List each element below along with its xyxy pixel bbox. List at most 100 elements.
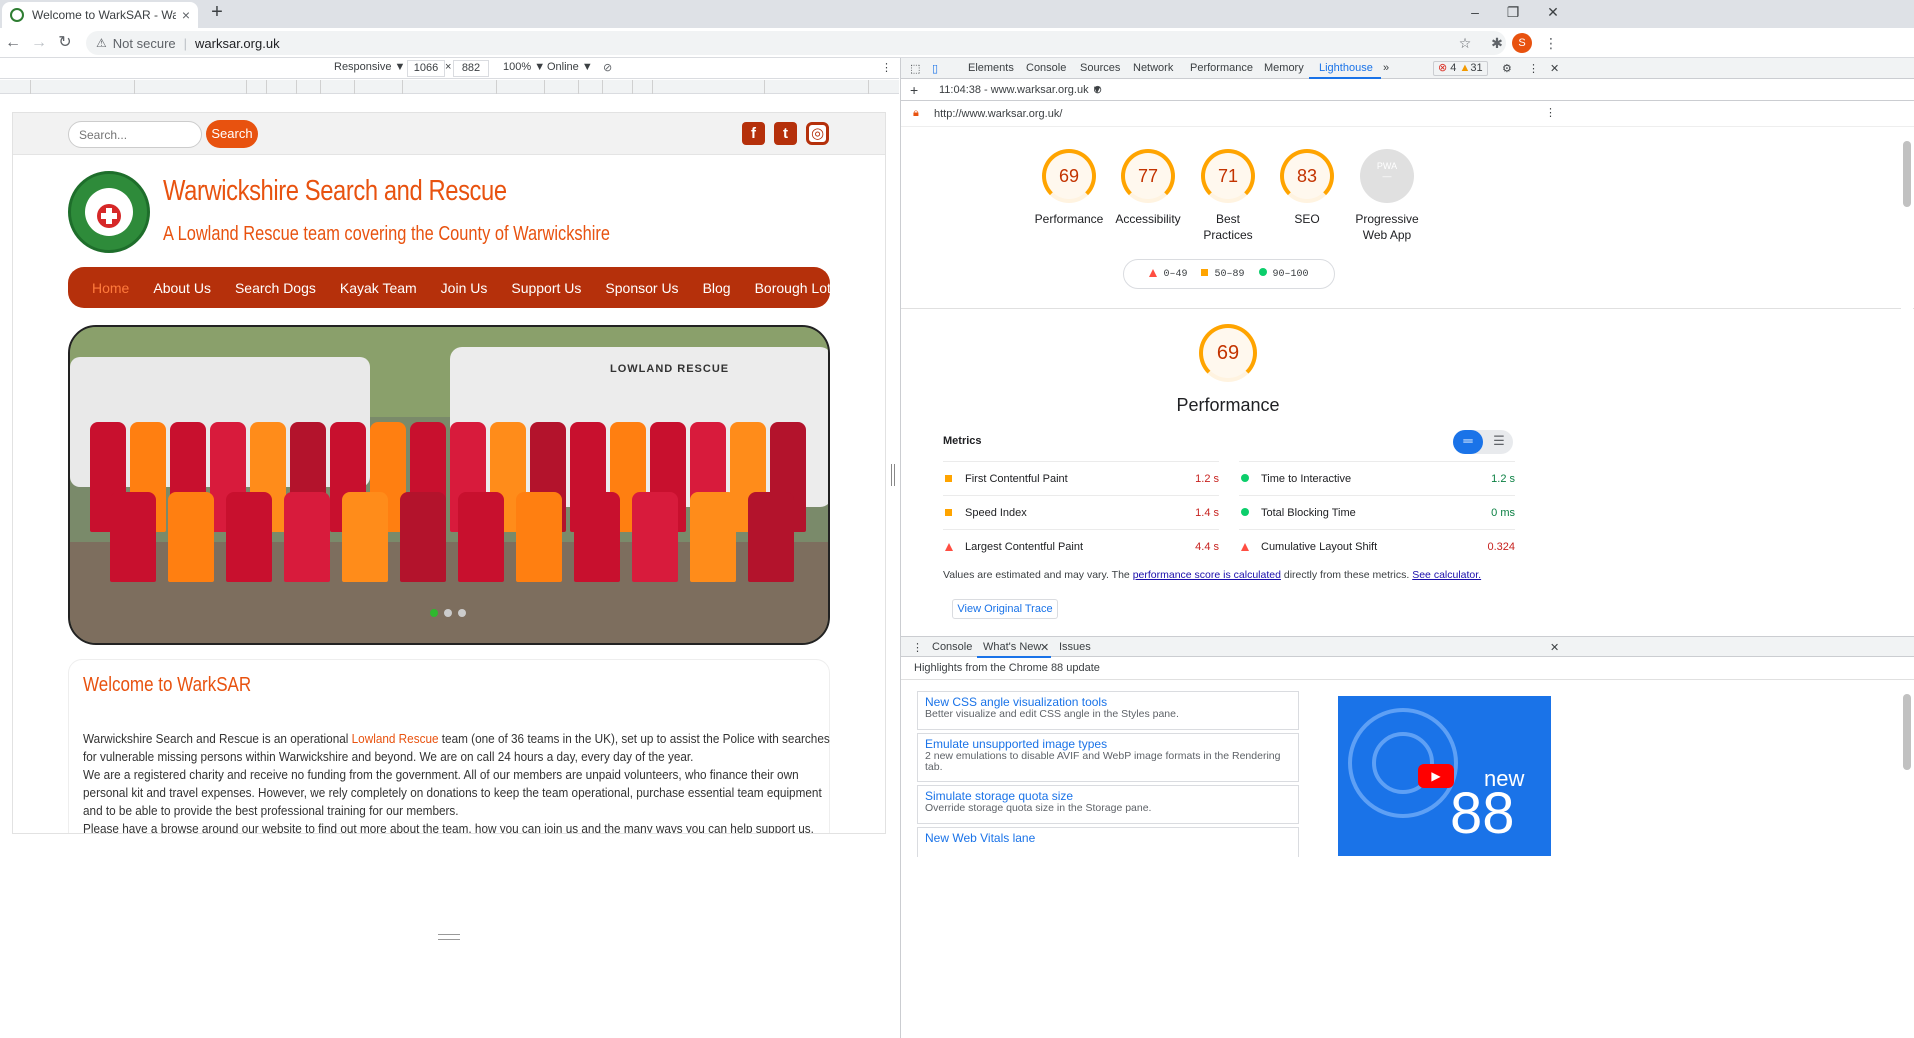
- facebook-icon[interactable]: f: [742, 122, 765, 145]
- device-toggle-icon[interactable]: ▯: [932, 62, 938, 75]
- window-close-button[interactable]: ✕: [1530, 0, 1576, 26]
- metric-row[interactable]: Total Blocking Time 0 ms: [1239, 495, 1515, 529]
- score-label: Accessibility: [1115, 212, 1181, 226]
- tab-memory[interactable]: Memory: [1264, 62, 1304, 74]
- tab-console[interactable]: Console: [1026, 62, 1066, 74]
- welcome-text: for vulnerable missing persons within Wa…: [83, 750, 694, 764]
- viewport-width-input[interactable]: 1066: [407, 60, 445, 77]
- nav-home[interactable]: Home: [92, 280, 129, 296]
- site-search-input[interactable]: [68, 121, 202, 148]
- report-url[interactable]: http://www.warksar.org.uk/: [934, 108, 1062, 120]
- viewport-height-input[interactable]: 882: [453, 60, 489, 77]
- close-tab-icon[interactable]: ×: [182, 7, 190, 23]
- devtools-menu-icon[interactable]: ⋮: [1528, 62, 1539, 75]
- address-bar[interactable]: ⚠ Not secure | warksar.org.uk: [86, 31, 1506, 55]
- nav-join-us[interactable]: Join Us: [441, 280, 488, 296]
- expanded-view-icon[interactable]: ☰: [1489, 430, 1509, 452]
- metric-row[interactable]: Time to Interactive 1.2 s: [1239, 461, 1515, 495]
- zoom-select[interactable]: 100% ▼: [503, 61, 545, 73]
- lowland-rescue-link[interactable]: Lowland Rescue: [352, 732, 439, 746]
- compact-view-icon[interactable]: ═: [1453, 430, 1483, 454]
- view-original-trace-button[interactable]: View Original Trace: [952, 599, 1058, 619]
- viewport-width-handle[interactable]: [891, 464, 895, 486]
- whats-new-item[interactable]: Simulate storage quota size Override sto…: [917, 785, 1299, 824]
- device-more-icon[interactable]: ⋮: [881, 61, 892, 74]
- tab-performance[interactable]: Performance: [1190, 62, 1253, 74]
- tab-sources[interactable]: Sources: [1080, 62, 1120, 74]
- twitter-icon[interactable]: t: [774, 122, 797, 145]
- nav-blog[interactable]: Blog: [703, 280, 731, 296]
- warwickshire-sar-logo[interactable]: [68, 171, 150, 253]
- inspect-icon[interactable]: ⬚: [910, 62, 920, 75]
- back-icon[interactable]: ←: [2, 32, 24, 54]
- youtube-play-icon[interactable]: ▶: [1418, 764, 1454, 788]
- url-text: warksar.org.uk: [195, 35, 280, 51]
- chrome-menu-icon[interactable]: ⋮: [1542, 34, 1560, 52]
- drawer-scrollbar[interactable]: [1901, 682, 1913, 1038]
- more-tabs-icon[interactable]: »: [1383, 62, 1389, 74]
- nav-about-us[interactable]: About Us: [153, 280, 211, 296]
- whats-new-item[interactable]: New Web Vitals lane: [917, 827, 1299, 857]
- metrics-view-toggle[interactable]: ═ ☰: [1453, 430, 1513, 454]
- profile-avatar[interactable]: S: [1512, 33, 1532, 53]
- score-calculated-link[interactable]: performance score is calculated: [1133, 569, 1281, 581]
- rotate-disable-icon[interactable]: ⊘: [603, 61, 612, 74]
- metric-row[interactable]: Speed Index 1.4 s: [943, 495, 1219, 529]
- close-drawer-icon[interactable]: ✕: [1550, 641, 1559, 654]
- reload-icon[interactable]: ↻: [54, 32, 76, 54]
- warning-count: 31: [1470, 62, 1483, 74]
- new-tab-button[interactable]: +: [206, 2, 228, 24]
- drawer-tab-whats-new[interactable]: What's New: [983, 641, 1041, 653]
- slider-dot-active[interactable]: [430, 609, 438, 617]
- issue-counter[interactable]: ⊗ 4 ▲31: [1433, 61, 1488, 76]
- score-gauge-best-practices[interactable]: 71 Best Practices: [1188, 149, 1268, 243]
- site-search-button[interactable]: Search: [206, 120, 258, 148]
- nav-borough-lottery[interactable]: Borough Lottery: [755, 280, 855, 296]
- report-scrollbar[interactable]: [1901, 127, 1913, 632]
- warning-icon: ⚠: [96, 36, 107, 50]
- device-mode-select[interactable]: Responsive ▼: [334, 61, 405, 73]
- whats-new-item[interactable]: Emulate unsupported image types 2 new em…: [917, 733, 1299, 782]
- metric-row[interactable]: First Contentful Paint 1.2 s: [943, 461, 1219, 495]
- see-calculator-link[interactable]: See calculator.: [1412, 569, 1481, 581]
- dimension-times: ×: [445, 61, 452, 73]
- report-menu-icon[interactable]: ⋮: [1545, 106, 1556, 119]
- nav-support-us[interactable]: Support Us: [511, 280, 581, 296]
- settings-gear-icon[interactable]: ⚙: [1502, 62, 1512, 75]
- tab-title: Welcome to WarkSAR - Warwick: [32, 8, 176, 22]
- tab-lighthouse[interactable]: Lighthouse: [1319, 62, 1373, 74]
- network-throttle-select[interactable]: Online ▼: [547, 61, 593, 73]
- nav-search-dogs[interactable]: Search Dogs: [235, 280, 316, 296]
- forward-icon[interactable]: →: [28, 32, 50, 54]
- drawer-tab-issues[interactable]: Issues: [1059, 641, 1091, 653]
- browser-tab[interactable]: Welcome to WarkSAR - Warwick ×: [2, 2, 198, 28]
- score-gauge-seo[interactable]: 83 SEO: [1267, 149, 1347, 227]
- extensions-icon[interactable]: ✱: [1488, 34, 1506, 52]
- devtools-tabbar: ⬚ ▯ Elements Console Sources Network Per…: [901, 58, 1914, 79]
- score-gauge-pwa[interactable]: PWA — Progressive Web App: [1347, 149, 1427, 243]
- bookmark-star-icon[interactable]: ☆: [1456, 34, 1474, 52]
- nav-sponsor-us[interactable]: Sponsor Us: [605, 280, 678, 296]
- nav-kayak-team[interactable]: Kayak Team: [340, 280, 417, 296]
- slider-dot[interactable]: [444, 609, 452, 617]
- drawer-tab-console[interactable]: Console: [932, 641, 972, 653]
- viewport-resize-handle[interactable]: [438, 934, 460, 940]
- media-query-ruler[interactable]: [0, 80, 899, 94]
- slider-dot[interactable]: [458, 609, 466, 617]
- score-gauge-performance[interactable]: 69 Performance: [1029, 149, 1109, 227]
- drawer-menu-icon[interactable]: ⋮: [912, 641, 923, 654]
- metric-row[interactable]: Cumulative Layout Shift 0.324: [1239, 529, 1515, 563]
- metric-row[interactable]: Largest Contentful Paint 4.4 s: [943, 529, 1219, 563]
- score-gauge-accessibility[interactable]: 77 Accessibility: [1108, 149, 1188, 227]
- tab-network[interactable]: Network: [1133, 62, 1173, 74]
- score-value: 71: [1201, 149, 1255, 203]
- report-select[interactable]: 11:04:38 - www.warksar.org.uk ▼: [939, 84, 1103, 96]
- new-report-icon[interactable]: +: [910, 82, 918, 98]
- clear-icon[interactable]: ⊘: [1093, 83, 1102, 96]
- instagram-icon[interactable]: ◎: [806, 122, 829, 145]
- whats-new-item[interactable]: New CSS angle visualization tools Better…: [917, 691, 1299, 730]
- close-devtools-icon[interactable]: ✕: [1550, 62, 1559, 75]
- chrome-88-video-thumbnail[interactable]: ▶ new 88: [1338, 696, 1551, 856]
- close-whats-new-icon[interactable]: ✕: [1040, 641, 1049, 654]
- tab-elements[interactable]: Elements: [968, 62, 1014, 74]
